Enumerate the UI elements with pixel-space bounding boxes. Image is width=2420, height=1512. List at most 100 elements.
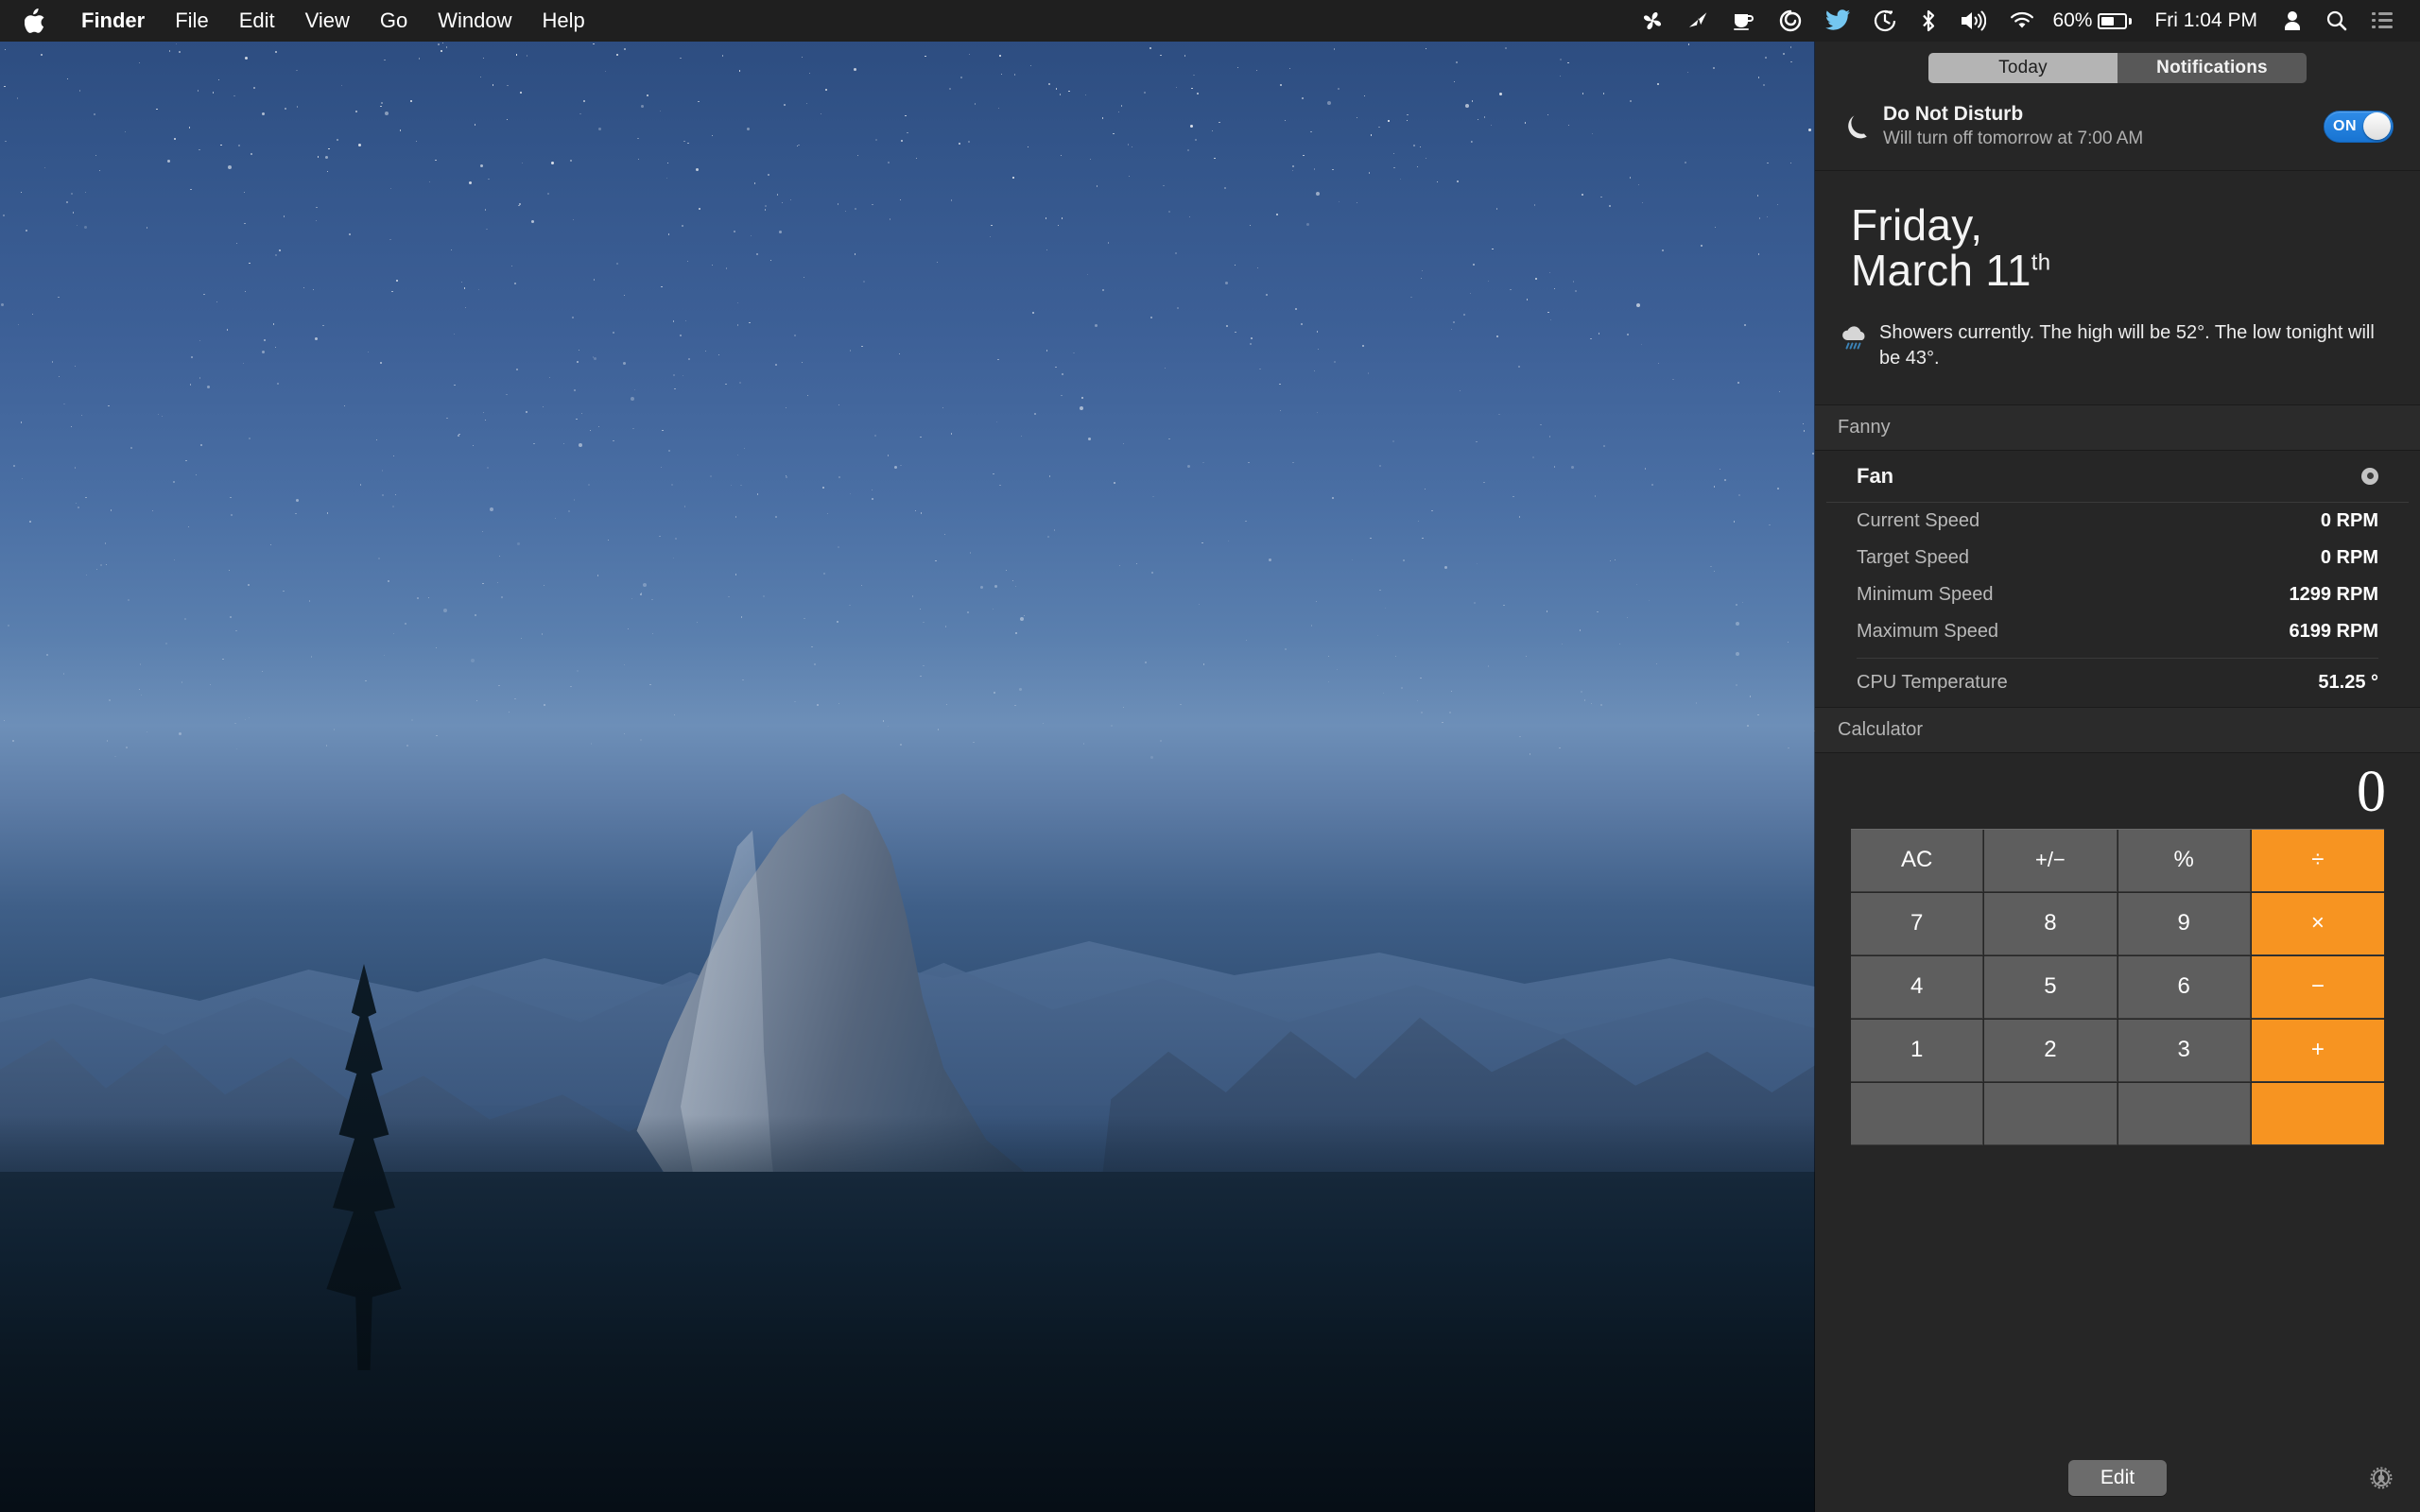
tab-notifications[interactable]: Notifications	[2118, 53, 2307, 83]
calc-key-sign[interactable]: +/−	[1984, 830, 2117, 892]
calc-key-divide[interactable]: ÷	[2252, 830, 2384, 892]
battery-icon	[2098, 13, 2127, 29]
calc-key-2[interactable]: 2	[1984, 1020, 2117, 1082]
do-not-disturb-row: Do Not Disturb Will turn off tomorrow at…	[1815, 89, 2420, 171]
notification-center-tabbar: Today Notifications	[1815, 42, 2420, 89]
fan-title-row[interactable]: Fan	[1826, 451, 2409, 503]
fan-stat-value: 0 RPM	[2321, 547, 2378, 569]
menu-item-go[interactable]: Go	[365, 0, 423, 42]
calc-key-ac[interactable]: AC	[1851, 830, 1983, 892]
search-icon[interactable]	[2314, 0, 2360, 42]
calculator-keypad: AC +/− % ÷ 7 8 9 × 4 5 6 − 1 2 3 +	[1851, 829, 2384, 1145]
battery-cap	[2129, 18, 2132, 25]
fan-stat-label: CPU Temperature	[1857, 672, 2008, 694]
calc-key-5[interactable]: 5	[1984, 956, 2117, 1019]
time-machine-icon[interactable]	[1861, 0, 1909, 42]
notification-center-footer: Edit	[1815, 1444, 2420, 1512]
wifi-icon[interactable]	[1997, 0, 2047, 42]
do-not-disturb-text: Do Not Disturb Will turn off tomorrow at…	[1883, 102, 2324, 151]
today-date-ordinal-suffix: th	[2031, 249, 2051, 275]
notification-center-icon[interactable]	[2360, 0, 2405, 42]
do-not-disturb-title: Do Not Disturb	[1883, 102, 2324, 127]
edit-button[interactable]: Edit	[2068, 1460, 2167, 1496]
tab-segmented-control: Today Notifications	[1928, 53, 2307, 83]
fan-stat-label: Maximum Speed	[1857, 621, 1998, 643]
today-date-monthday: March 11th	[1851, 249, 2394, 294]
menu-item-finder[interactable]: Finder	[66, 0, 160, 42]
fan-stat-maximum-speed: Maximum Speed 6199 RPM	[1826, 613, 2409, 650]
calc-key-plus[interactable]: +	[2252, 1020, 2384, 1082]
fan-stat-value: 51.25 °	[2318, 672, 2378, 694]
tab-today[interactable]: Today	[1928, 53, 2118, 83]
fan-stat-value: 0 RPM	[2321, 510, 2378, 532]
apple-logo-icon[interactable]	[0, 9, 66, 33]
calc-key-9[interactable]: 9	[2118, 893, 2251, 955]
location-arrow-icon[interactable]	[1676, 0, 1720, 42]
widget-header-fanny[interactable]: Fanny	[1815, 404, 2420, 451]
rain-cloud-icon	[1834, 320, 1876, 354]
calc-key-3[interactable]: 3	[2118, 1020, 2251, 1082]
menu-item-file[interactable]: File	[160, 0, 223, 42]
desktop-wallpaper[interactable]	[0, 0, 1815, 1512]
bluetooth-icon[interactable]	[1909, 0, 1948, 42]
widget-body-calculator: 0 AC +/− % ÷ 7 8 9 × 4 5 6 − 1 2	[1815, 753, 2420, 1151]
do-not-disturb-toggle[interactable]: ON	[2324, 111, 2394, 143]
calc-key-6[interactable]: 6	[2118, 956, 2251, 1019]
do-not-disturb-toggle-knob	[2363, 112, 2391, 140]
fan-stat-label: Minimum Speed	[1857, 584, 1994, 606]
fan-stat-minimum-speed: Minimum Speed 1299 RPM	[1826, 576, 2409, 613]
calc-key-1[interactable]: 1	[1851, 1020, 1983, 1082]
menu-item-edit[interactable]: Edit	[224, 0, 290, 42]
notification-center-panel: Today Notifications Do Not Disturb Will …	[1815, 42, 2420, 1512]
fan-stat-label: Current Speed	[1857, 510, 1979, 532]
calc-key-row5-b[interactable]	[1984, 1083, 2117, 1145]
fan-stat-cpu-temperature: CPU Temperature 51.25 °	[1826, 664, 2409, 701]
calc-key-4[interactable]: 4	[1851, 956, 1983, 1019]
battery-percent-label: 60%	[2052, 9, 2098, 32]
today-date-block: Friday, March 11th	[1815, 171, 2420, 303]
menu-bar-left: Finder File Edit View Go Window Help	[0, 0, 600, 42]
battery-fill	[2101, 17, 2114, 26]
gear-icon[interactable]	[2367, 1464, 2395, 1492]
calculator-keypad-clip: AC +/− % ÷ 7 8 9 × 4 5 6 − 1 2 3 +	[1815, 829, 2420, 1145]
battery-status[interactable]: 60%	[2047, 9, 2141, 32]
fan-dot-icon[interactable]	[2361, 468, 2378, 485]
calc-key-row5-c[interactable]	[2118, 1083, 2251, 1145]
menu-item-view[interactable]: View	[290, 0, 365, 42]
fan-stats-separator	[1857, 658, 2378, 659]
fan-title: Fan	[1857, 464, 1893, 489]
calc-key-8[interactable]: 8	[1984, 893, 2117, 955]
menu-item-help[interactable]: Help	[527, 0, 600, 42]
menu-bar-clock[interactable]: Fri 1:04 PM	[2141, 9, 2271, 32]
twitter-bird-icon[interactable]	[1814, 0, 1861, 42]
calculator-display: 0	[1815, 753, 2420, 829]
do-not-disturb-subtitle: Will turn off tomorrow at 7:00 AM	[1883, 128, 2324, 151]
fan-stat-label: Target Speed	[1857, 547, 1969, 569]
today-weather-row: Showers currently. The high will be 52°.…	[1815, 303, 2420, 404]
notification-center-widget-list[interactable]: Friday, March 11th Showers currently. Th…	[1815, 171, 2420, 1444]
user-icon[interactable]	[2271, 0, 2314, 42]
widget-body-fanny: Fan Current Speed 0 RPM Target Speed 0 R…	[1815, 451, 2420, 707]
coffee-cup-icon[interactable]	[1720, 0, 1767, 42]
menu-item-window[interactable]: Window	[423, 0, 527, 42]
fan-stat-current-speed: Current Speed 0 RPM	[1826, 503, 2409, 540]
calc-key-row5-a[interactable]	[1851, 1083, 1983, 1145]
today-date-monthday-text: March 11	[1851, 246, 2031, 295]
star-field	[0, 0, 1815, 756]
calc-key-row5-equals[interactable]	[2252, 1083, 2384, 1145]
moon-icon	[1838, 112, 1877, 141]
calc-key-percent[interactable]: %	[2118, 830, 2251, 892]
menu-bar: Finder File Edit View Go Window Help	[0, 0, 2420, 42]
calc-key-7[interactable]: 7	[1851, 893, 1983, 955]
fan-stat-value: 1299 RPM	[2290, 584, 2379, 606]
calc-key-minus[interactable]: −	[2252, 956, 2384, 1019]
widget-header-calculator[interactable]: Calculator	[1815, 707, 2420, 753]
calc-key-multiply[interactable]: ×	[2252, 893, 2384, 955]
spiral-icon[interactable]	[1767, 0, 1814, 42]
today-date-weekday: Friday,	[1851, 203, 2394, 249]
volume-icon[interactable]	[1948, 0, 1997, 42]
menu-bar-status-area: 60% Fri 1:04 PM	[1629, 0, 2420, 42]
fan-icon[interactable]	[1629, 0, 1676, 42]
forest-foreground	[0, 1172, 1815, 1512]
today-weather-text: Showers currently. The high will be 52°.…	[1879, 320, 2386, 372]
